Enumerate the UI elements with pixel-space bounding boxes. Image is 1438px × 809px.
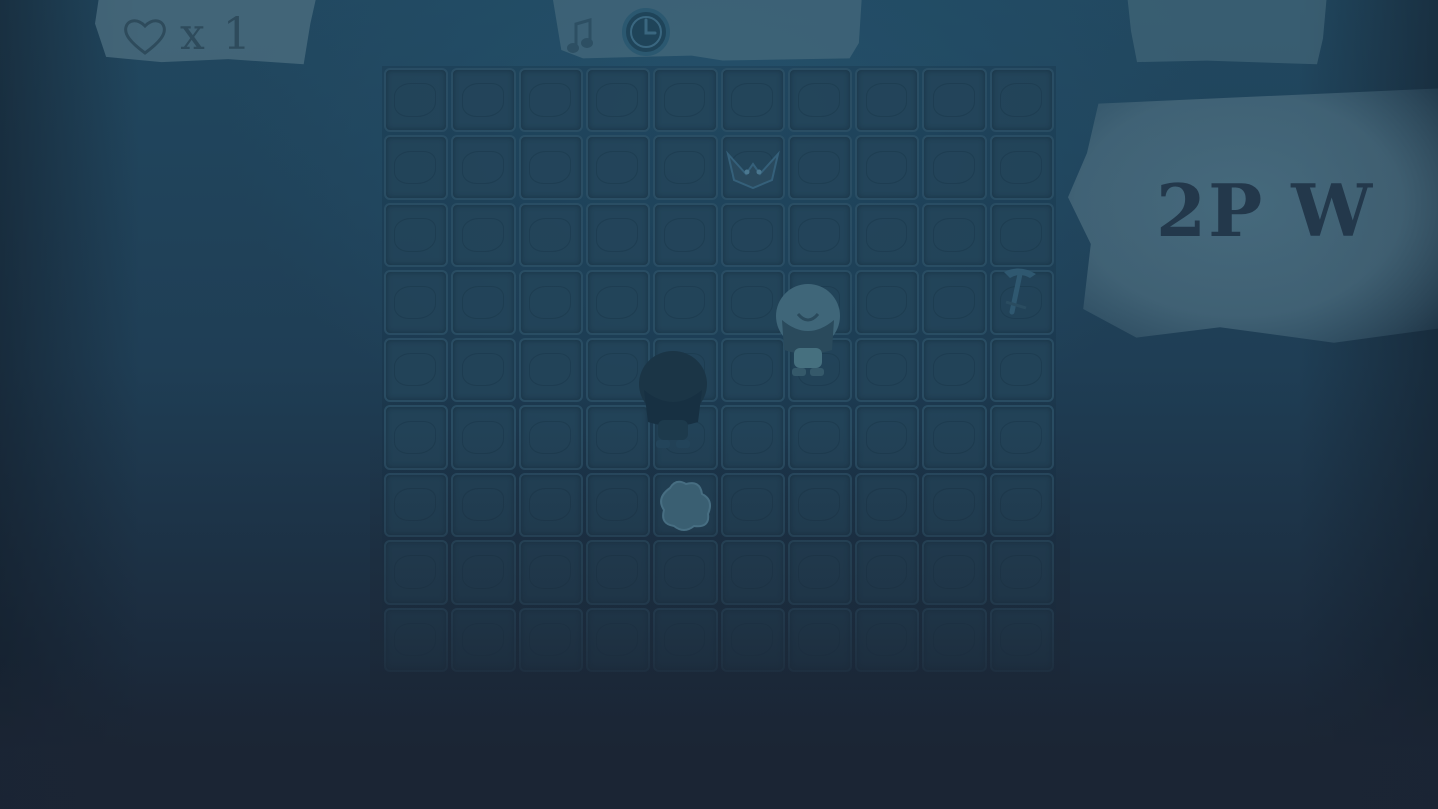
board-tile: [518, 202, 583, 268]
board-tile: [653, 68, 718, 133]
board-tile: [922, 472, 987, 538]
board-tile: [855, 472, 920, 538]
board-tile: [384, 270, 449, 335]
bottom-shadow: [0, 660, 1438, 809]
board-tile: [922, 135, 987, 200]
board-tile: [451, 405, 516, 470]
board-tile: [989, 472, 1054, 538]
board-tile: [855, 202, 920, 268]
board-tile: [922, 405, 987, 470]
board-tile: [855, 540, 920, 605]
board-tile: [653, 270, 718, 335]
board-tile: [989, 405, 1054, 470]
game-scene: x 1 2P W: [0, 0, 1438, 809]
board-tile: [720, 405, 785, 470]
board-tile: [787, 202, 853, 268]
board-tile: [855, 68, 920, 133]
board-tile: [787, 405, 853, 470]
board-tile: [922, 270, 987, 335]
board-tile: [787, 540, 853, 605]
board-tile: [720, 540, 785, 605]
board-tile: [451, 68, 516, 133]
board-tile: [653, 540, 718, 605]
board-tile: [720, 68, 785, 133]
board-tile: [989, 337, 1054, 403]
board-tile: [384, 68, 449, 133]
board-tile: [585, 540, 651, 605]
win-banner-text: 2P W: [1156, 168, 1375, 253]
board-tile: [384, 202, 449, 268]
white-player-character: [776, 284, 840, 376]
music-note-icon[interactable]: [566, 18, 594, 56]
board-tile: [451, 540, 516, 605]
board-tile: [989, 135, 1054, 200]
board-tile: [653, 135, 718, 200]
board-tile: [922, 68, 987, 133]
board-tile: [384, 472, 449, 538]
board-tile: [855, 337, 920, 403]
board-tile: [451, 202, 516, 268]
board-tile: [922, 540, 987, 605]
board-tile: [855, 405, 920, 470]
board-tile: [518, 270, 583, 335]
board-tile: [518, 135, 583, 200]
board-tile: [451, 135, 516, 200]
right-hud-paper: [1127, 0, 1327, 65]
board-tile: [451, 270, 516, 335]
timer-paper: [552, 0, 862, 61]
lives-counter: x 1: [118, 10, 298, 60]
board-tile: [384, 405, 449, 470]
pickaxe-icon: [1004, 268, 1036, 315]
board-tile: [384, 540, 449, 605]
board-tile: [720, 202, 785, 268]
board-tile: [922, 337, 987, 403]
board-tile: [989, 202, 1054, 268]
dark-player-character: [639, 351, 707, 448]
board-tile: [518, 472, 583, 538]
game-board: [382, 66, 1056, 674]
board-tile: [518, 405, 583, 470]
board-tile: [855, 135, 920, 200]
board-tile: [787, 68, 853, 133]
board-tile: [922, 202, 987, 268]
board-tile: [451, 472, 516, 538]
board-tile: [384, 337, 449, 403]
board-tile: [585, 68, 651, 133]
board-tile: [855, 270, 920, 335]
board-tile: [384, 135, 449, 200]
board-tile: [518, 68, 583, 133]
board-tile: [585, 202, 651, 268]
board-tile: [518, 540, 583, 605]
board-tile: [989, 540, 1054, 605]
board-tile: [585, 135, 651, 200]
bird-creature-icon: [726, 150, 780, 190]
dust-cloud-icon: [660, 480, 711, 531]
board-tile: [653, 202, 718, 268]
lives-count-text: x 1: [180, 9, 253, 60]
board-tile: [451, 337, 516, 403]
board-tile: [989, 68, 1054, 133]
board-tile: [518, 337, 583, 403]
clock-icon: [622, 8, 670, 56]
board-tile: [585, 270, 651, 335]
board-tile: [720, 472, 785, 538]
board-tile: [585, 472, 651, 538]
board-tile: [787, 472, 853, 538]
board-tile: [787, 135, 853, 200]
